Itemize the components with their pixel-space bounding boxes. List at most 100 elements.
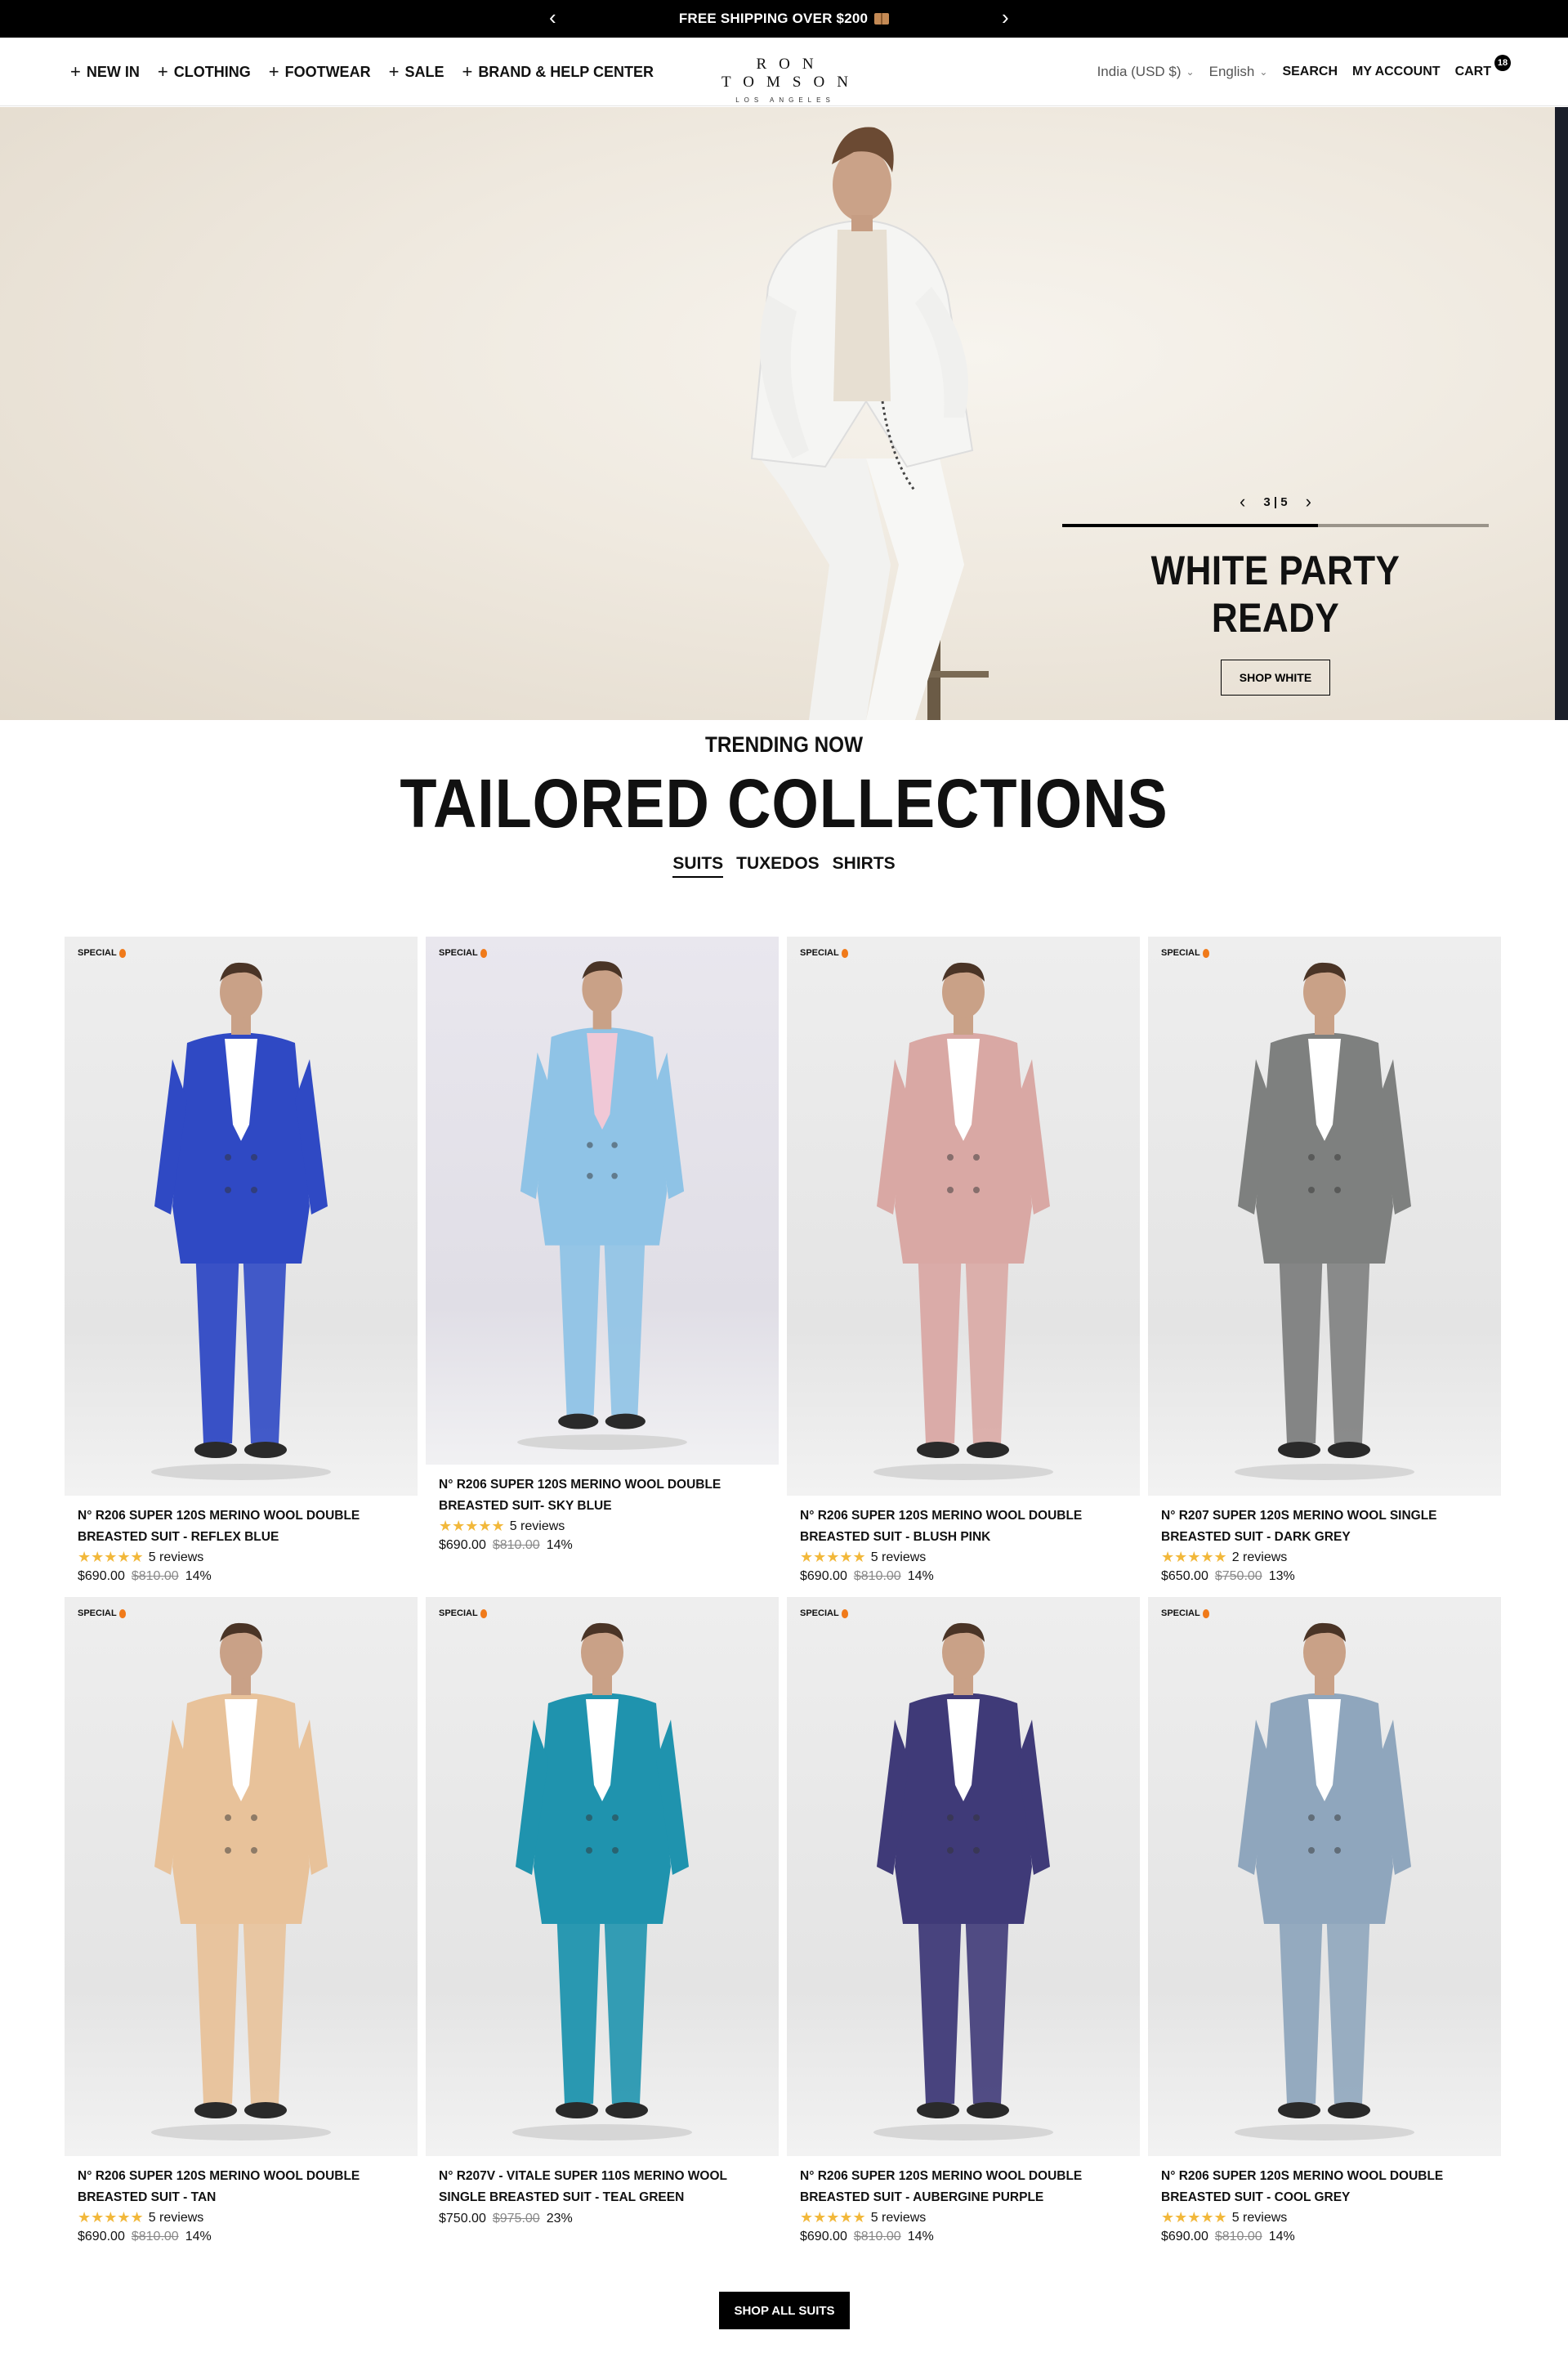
announcement-next-arrow-icon[interactable]: ›	[1002, 7, 1009, 28]
product-card[interactable]: SPECIAL N° R207V - VITALE SUPER 110S MER…	[426, 1597, 779, 2244]
product-name[interactable]: N° R206 SUPER 120S MERINO WOOL DOUBLE BR…	[800, 2166, 1127, 2208]
badge-label: SPECIAL	[78, 1608, 117, 1618]
nav-label: FOOTWEAR	[284, 63, 371, 80]
product-rating: ★★★★★ 2 reviews	[1161, 1549, 1488, 1566]
search-link[interactable]: SEARCH	[1282, 65, 1338, 79]
package-icon	[874, 13, 890, 25]
product-name[interactable]: N° R206 SUPER 120S MERINO WOOL DOUBLE BR…	[439, 1474, 766, 1517]
suit-model-illustration	[151, 962, 331, 1480]
product-image[interactable]: SPECIAL	[426, 1597, 779, 2156]
product-card[interactable]: SPECIAL N° R206 SUPER 120S MERINO WOOL D…	[426, 937, 779, 1584]
badge-label: SPECIAL	[439, 1608, 478, 1618]
plus-icon: +	[388, 61, 400, 82]
product-grid: SPECIAL N° R206 SUPER 120S MERINO WOOL D…	[65, 937, 1504, 2244]
product-info: N° R206 SUPER 120S MERINO WOOL DOUBLE BR…	[426, 1465, 779, 1553]
nav-item-brand-help[interactable]: + BRAND & HELP CENTER	[462, 61, 654, 82]
plus-icon: +	[462, 61, 473, 82]
review-count: 5 reviews	[148, 2210, 204, 2225]
badge-label: SPECIAL	[1161, 1608, 1200, 1618]
product-price: $750.00 $975.00 23%	[439, 2212, 766, 2226]
product-price: $690.00 $810.00 14%	[800, 1569, 1127, 1584]
special-badge: SPECIAL	[1161, 948, 1209, 958]
pager-total: 5	[1280, 494, 1288, 509]
product-image[interactable]: SPECIAL	[787, 937, 1140, 1496]
badge-label: SPECIAL	[439, 948, 478, 958]
product-card[interactable]: SPECIAL N° R206 SUPER 120S MERINO WOOL D…	[65, 1597, 418, 2244]
nav-item-sale[interactable]: + SALE	[388, 61, 444, 82]
product-info: N° R206 SUPER 120S MERINO WOOL DOUBLE BR…	[1148, 2156, 1501, 2244]
review-count: 5 reviews	[1231, 2210, 1288, 2225]
flame-icon	[480, 948, 487, 958]
product-name[interactable]: N° R207 SUPER 120S MERINO WOOL SINGLE BR…	[1161, 1505, 1488, 1548]
product-image[interactable]: SPECIAL	[426, 937, 779, 1465]
suit-model-illustration	[1235, 1622, 1414, 2141]
shop-white-button[interactable]: SHOP WHITE	[1221, 660, 1330, 696]
nav-label: SALE	[404, 63, 444, 80]
language-selector[interactable]: English ⌄	[1209, 64, 1268, 80]
tab-tuxedos[interactable]: TUXEDOS	[736, 854, 820, 878]
price-current: $690.00	[800, 1569, 847, 1583]
special-badge: SPECIAL	[78, 1608, 126, 1618]
plus-icon: +	[157, 61, 168, 82]
product-name[interactable]: N° R206 SUPER 120S MERINO WOOL DOUBLE BR…	[78, 2166, 404, 2208]
collection-tabs: SUITS TUXEDOS SHIRTS	[0, 854, 1568, 878]
hero-progress-bar	[1062, 524, 1489, 527]
nav-label: BRAND & HELP CENTER	[478, 63, 654, 80]
plus-icon: +	[268, 61, 279, 82]
product-price: $650.00 $750.00 13%	[1161, 1569, 1488, 1584]
flame-icon	[841, 1608, 848, 1618]
collections-kicker: TRENDING NOW	[704, 732, 864, 757]
stars-icon: ★★★★★	[800, 2209, 866, 2226]
review-count: 5 reviews	[148, 1550, 204, 1564]
product-info: N° R207V - VITALE SUPER 110S MERINO WOOL…	[426, 2156, 779, 2226]
product-card[interactable]: SPECIAL N° R206 SUPER 120S MERINO WOOL D…	[787, 1597, 1140, 2244]
tab-shirts[interactable]: SHIRTS	[833, 854, 896, 878]
shop-all-suits-button[interactable]: SHOP ALL SUITS	[719, 2292, 850, 2329]
product-image[interactable]: SPECIAL	[787, 1597, 1140, 2156]
tab-suits[interactable]: SUITS	[672, 854, 724, 878]
product-card[interactable]: SPECIAL N° R206 SUPER 120S MERINO WOOL D…	[1148, 1597, 1501, 2244]
collections-heading: TRENDING NOW TAILORED COLLECTIONS	[0, 732, 1568, 838]
announcement-prev-arrow-icon[interactable]: ‹	[549, 7, 556, 28]
cart-link[interactable]: CART 18	[1455, 55, 1511, 79]
chevron-right-icon[interactable]: ›	[1306, 491, 1311, 512]
product-name[interactable]: N° R206 SUPER 120S MERINO WOOL DOUBLE BR…	[1161, 2166, 1488, 2208]
price-discount: 14%	[546, 1538, 573, 1552]
product-rating: ★★★★★ 5 reviews	[439, 1518, 766, 1535]
product-card[interactable]: SPECIAL N° R206 SUPER 120S MERINO WOOL D…	[787, 937, 1140, 1584]
brand-logo[interactable]: RON TOMSON LOS ANGELES	[675, 56, 896, 104]
product-name[interactable]: N° R207V - VITALE SUPER 110S MERINO WOOL…	[439, 2166, 766, 2208]
product-card[interactable]: SPECIAL N° R207 SUPER 120S MERINO WOOL S…	[1148, 937, 1501, 1584]
price-original: $810.00	[131, 1569, 179, 1583]
suit-model-illustration	[512, 1622, 692, 2141]
product-info: N° R206 SUPER 120S MERINO WOOL DOUBLE BR…	[65, 2156, 418, 2244]
price-original: $810.00	[492, 1538, 540, 1552]
product-info: N° R207 SUPER 120S MERINO WOOL SINGLE BR…	[1148, 1496, 1501, 1584]
product-card[interactable]: SPECIAL N° R206 SUPER 120S MERINO WOOL D…	[65, 937, 418, 1584]
announcement-bar: ‹ FREE SHIPPING OVER $200 ›	[0, 0, 1568, 38]
special-badge: SPECIAL	[1161, 1608, 1209, 1618]
chevron-left-icon[interactable]: ‹	[1240, 491, 1245, 512]
product-image[interactable]: SPECIAL	[1148, 937, 1501, 1496]
nav-item-footwear[interactable]: + FOOTWEAR	[268, 61, 371, 82]
nav-item-new-in[interactable]: + NEW IN	[70, 63, 140, 81]
product-name[interactable]: N° R206 SUPER 120S MERINO WOOL DOUBLE BR…	[800, 1505, 1127, 1548]
product-image[interactable]: SPECIAL	[65, 1597, 418, 2156]
product-info: N° R206 SUPER 120S MERINO WOOL DOUBLE BR…	[787, 2156, 1140, 2244]
price-original: $810.00	[131, 2230, 179, 2243]
price-current: $690.00	[800, 2230, 847, 2243]
price-discount: 14%	[907, 1569, 934, 1583]
product-name[interactable]: N° R206 SUPER 120S MERINO WOOL DOUBLE BR…	[78, 1505, 404, 1548]
badge-label: SPECIAL	[800, 1608, 839, 1618]
account-link[interactable]: MY ACCOUNT	[1352, 65, 1441, 79]
cart-count-badge: 18	[1494, 55, 1511, 71]
product-image[interactable]: SPECIAL	[65, 937, 418, 1496]
currency-selector[interactable]: India (USD $) ⌄	[1097, 64, 1195, 80]
nav-item-clothing[interactable]: + CLOTHING	[157, 61, 251, 82]
hero-pager: ‹ 3 | 5 ›	[1062, 491, 1489, 512]
product-rating: ★★★★★ 5 reviews	[800, 2209, 1127, 2226]
site-header: + NEW IN + CLOTHING + FOOTWEAR + SALE + BRAND…	[0, 38, 1568, 106]
product-info: N° R206 SUPER 120S MERINO WOOL DOUBLE BR…	[65, 1496, 418, 1584]
product-image[interactable]: SPECIAL	[1148, 1597, 1501, 2156]
hero-banner[interactable]: ‹ 3 | 5 › WHITE PARTY READY SHOP WHITE	[0, 107, 1568, 720]
